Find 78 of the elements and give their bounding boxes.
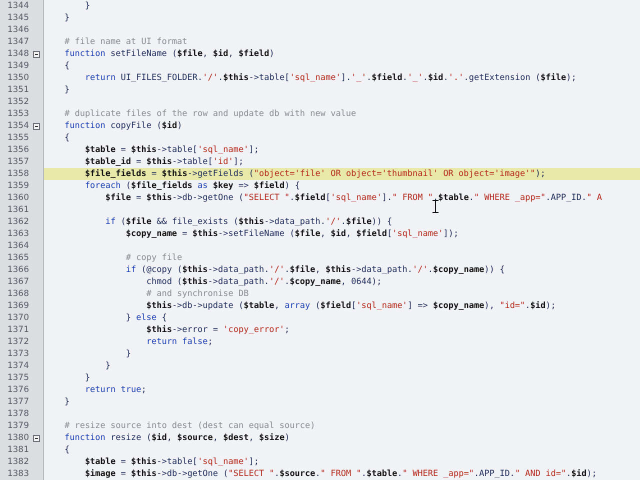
- line-number: 1354: [6, 120, 29, 132]
- line-number: 1370: [6, 312, 29, 324]
- line-number: 1367: [6, 276, 29, 288]
- code-line: chmod ($this->data_path.'/'.$copy_name, 0644);: [145, 276, 383, 288]
- code-line: {: [63, 60, 71, 72]
- code-line: } else {: [124, 312, 168, 324]
- code-line: }: [63, 396, 71, 408]
- line-number: 1366: [6, 264, 29, 276]
- code-line: }: [84, 372, 92, 384]
- line-number: 1359: [6, 180, 29, 192]
- line-number: 1363: [6, 228, 29, 240]
- code-line: $table = $this->table['sql_name'];: [84, 144, 260, 156]
- code-line: if ($file && file_exists ($this->data_path.'/'.$file)) {: [104, 216, 394, 228]
- line-number: 1356: [6, 144, 29, 156]
- line-number: 1371: [6, 324, 29, 336]
- line-number: 1378: [6, 408, 29, 420]
- code-line: $copy_name = $this->setFileName ($file, $id, $field['sql_name']);: [124, 228, 460, 240]
- code-line: # duplicate files of the row and update db with new value: [63, 108, 358, 120]
- code-line: }: [84, 0, 92, 12]
- line-number: 1352: [6, 96, 29, 108]
- code-line: $this->db->update ($table, array ($field['sql_name'] => $copy_name), "id=".$id);: [145, 300, 557, 312]
- line-number: 1351: [6, 84, 29, 96]
- code-line: $table = $this->table['sql_name'];: [84, 456, 260, 468]
- line-number: 1368: [6, 288, 29, 300]
- line-number: 1364: [6, 240, 29, 252]
- line-number: 1345: [6, 12, 29, 24]
- code-line: # file name at UI format: [63, 36, 188, 48]
- line-number: 1375: [6, 372, 29, 384]
- line-number: 1347: [6, 36, 29, 48]
- line-number: 1361: [6, 204, 29, 216]
- code-line: if (@copy ($this->data_path.'/'.$file, $this->data_path.'/'.$copy_name)) {: [124, 264, 506, 276]
- line-number: 1374: [6, 360, 29, 372]
- code-line: function copyFile ($id): [63, 120, 184, 132]
- line-number: 1358: [6, 168, 29, 180]
- line-number: 1346: [6, 24, 29, 36]
- code-line: return false;: [145, 336, 214, 348]
- collapse-icon[interactable]: [32, 434, 40, 442]
- collapse-icon[interactable]: [32, 122, 40, 130]
- code-line: }: [63, 84, 71, 96]
- line-number: 1372: [6, 336, 29, 348]
- line-number: 1357: [6, 156, 29, 168]
- code-line: # resize source into dest (dest can equal source): [63, 420, 316, 432]
- code-line: function setFileName ($file, $id, $field): [63, 48, 276, 60]
- line-number: 1348: [6, 48, 29, 60]
- code-line: $table_id = $this->table['id'];: [84, 156, 245, 168]
- line-number: 1380: [6, 432, 29, 444]
- line-number: 1373: [6, 348, 29, 360]
- text-cursor-icon: [432, 200, 439, 213]
- code-line: return UI_FILES_FOLDER.'/'.$this->table['sql_name'].'_'.$field.'_'.$id.'.'.getExtension ($file);: [84, 72, 578, 84]
- line-number: 1377: [6, 396, 29, 408]
- line-number: 1376: [6, 384, 29, 396]
- line-number: 1362: [6, 216, 29, 228]
- code-line: {: [63, 444, 71, 456]
- code-line: }: [63, 12, 71, 24]
- code-line: foreach ($file_fields as $key => $field) {: [84, 180, 301, 192]
- code-line: $this->error = 'copy_error';: [145, 324, 291, 336]
- line-number: 1353: [6, 108, 29, 120]
- line-number: 1383: [6, 468, 29, 480]
- line-number: 1369: [6, 300, 29, 312]
- code-line: return true;: [84, 384, 148, 396]
- line-number: 1381: [6, 444, 29, 456]
- collapse-icon[interactable]: [32, 50, 40, 58]
- code-line: $image = $this->db->getOne ("SELECT ".$source." FROM ".$table." WHERE _app=".APP_ID." AND id=".$id);: [84, 468, 598, 480]
- code-line: }: [124, 348, 132, 360]
- line-number: 1360: [6, 192, 29, 204]
- line-number: 1350: [6, 72, 29, 84]
- line-number: 1382: [6, 456, 29, 468]
- line-number: 1379: [6, 420, 29, 432]
- line-number: 1365: [6, 252, 29, 264]
- code-line: }: [104, 360, 112, 372]
- line-number: 1355: [6, 132, 29, 144]
- code-line: function resize ($id, $source, $dest, $size): [63, 432, 291, 444]
- line-number: 1349: [6, 60, 29, 72]
- line-number: 1344: [6, 0, 29, 12]
- code-line: # copy file: [124, 252, 184, 264]
- code-line: # and synchronise DB: [145, 288, 250, 300]
- code-line: {: [63, 132, 71, 144]
- code-line: $file = $this->db->getOne ("SELECT ".$field['sql_name']." FROM ".$table." WHERE _app=".APP_ID." A: [104, 192, 603, 204]
